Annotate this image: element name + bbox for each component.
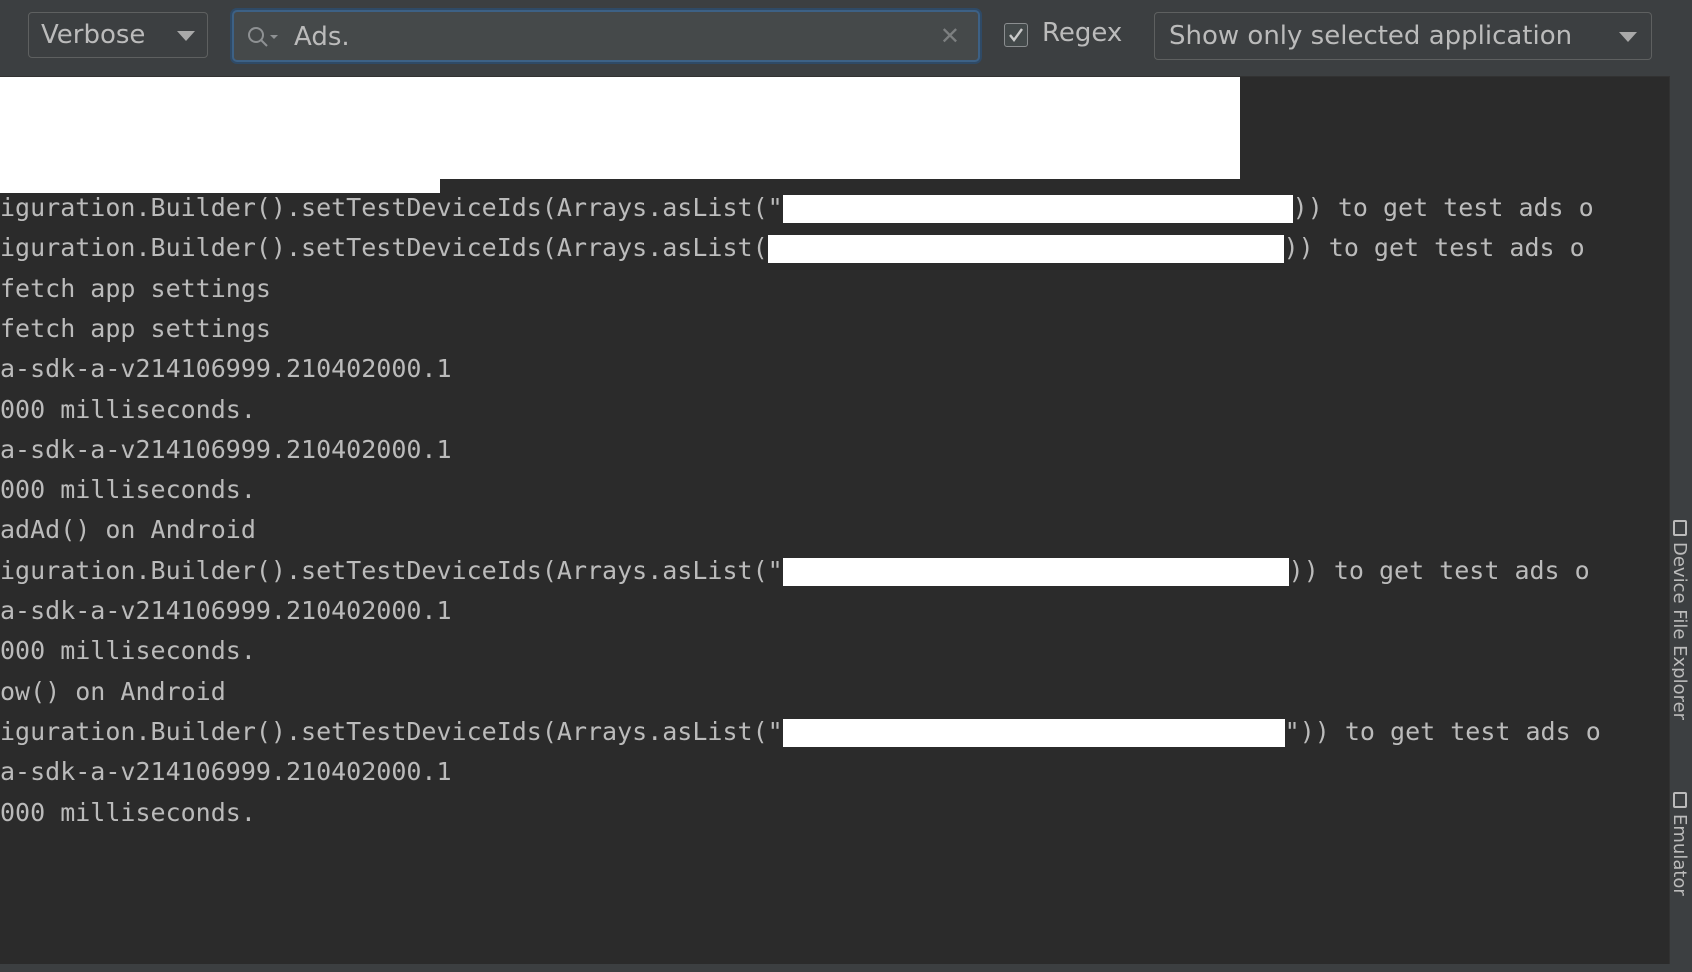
log-level-value: Verbose [41, 20, 146, 50]
log-line-text: 000 milliseconds. [0, 475, 256, 505]
emulator-tab[interactable]: Emulator [1672, 814, 1690, 934]
app-filter-dropdown[interactable]: Show only selected application [1154, 12, 1652, 60]
log-line-text: ow() on Android [0, 676, 226, 706]
log-line-text: iguration.Builder().setTestDeviceIds(Arr… [0, 716, 783, 746]
log-line-text: 000 milliseconds. [0, 636, 256, 666]
search-input-value: Ads. [294, 22, 350, 52]
log-line: iguration.Builder().setTestDeviceIds(Arr… [0, 715, 1601, 749]
redaction-block [782, 195, 1293, 223]
log-line: iguration.Builder().setTestDeviceIds(Arr… [0, 231, 1585, 265]
app-filter-value: Show only selected application [1169, 21, 1573, 51]
log-line: iguration.Builder().setTestDeviceIds(Arr… [0, 554, 1590, 588]
log-line-text: a-sdk-a-v214106999.210402000.1 [0, 434, 452, 464]
chevron-down-icon [177, 31, 195, 41]
checkmark-icon [1009, 28, 1023, 42]
search-input[interactable]: Ads. ✕ [232, 10, 980, 62]
bottom-scrollbar-track[interactable] [0, 964, 1670, 972]
log-line-text: iguration.Builder().setTestDeviceIds(Arr… [0, 193, 783, 222]
log-line-suffix: ")) to get test ads o [1284, 716, 1601, 746]
emulator-icon [1673, 792, 1687, 808]
log-line-suffix: )) to get test ads o [1283, 233, 1585, 263]
log-line: adAd() on Android [0, 513, 256, 547]
redaction-block [782, 718, 1285, 747]
log-line-text: a-sdk-a-v214106999.210402000.1 [0, 596, 452, 625]
log-line-text: 000 milliseconds. [0, 394, 256, 424]
log-line: a-sdk-a-v214106999.210402000.1 [0, 594, 452, 628]
log-line-text: adAd() on Android [0, 515, 256, 545]
tool-window-strip: Device File Explorer Emulator [1669, 76, 1692, 972]
log-line: a-sdk-a-v214106999.210402000.1 [0, 755, 452, 789]
log-line-suffix: )) to get test ads o [1292, 193, 1594, 222]
search-icon [248, 27, 278, 47]
log-line: ow() on Android [0, 675, 226, 709]
regex-checkbox[interactable] [1004, 23, 1028, 47]
chevron-down-icon [1619, 32, 1637, 42]
redaction-block [0, 77, 1240, 179]
log-line: a-sdk-a-v214106999.210402000.1 [0, 352, 452, 386]
log-line: iguration.Builder().setTestDeviceIds(Arr… [0, 191, 1594, 225]
log-line-suffix: )) to get test ads o [1288, 555, 1590, 585]
log-line: 000 milliseconds. [0, 796, 256, 830]
log-line: 000 milliseconds. [0, 473, 256, 507]
log-line: 000 milliseconds. [0, 393, 256, 427]
redaction-block [782, 557, 1289, 586]
log-line-text: a-sdk-a-v214106999.210402000.1 [0, 354, 452, 384]
redaction-block [767, 235, 1284, 264]
log-line-text: iguration.Builder().setTestDeviceIds(Arr… [0, 233, 768, 263]
log-output[interactable]: iguration.Builder().setTestDeviceIds(Arr… [0, 77, 1670, 967]
logcat-toolbar: Verbose Ads. ✕ Regex Show only selected … [0, 0, 1692, 77]
log-line-text: iguration.Builder().setTestDeviceIds(Arr… [0, 555, 783, 585]
log-line: fetch app settings [0, 312, 271, 346]
log-line-text: a-sdk-a-v214106999.210402000.1 [0, 757, 452, 787]
log-line-text: fetch app settings [0, 273, 271, 303]
device-file-explorer-tab[interactable]: Device File Explorer [1672, 542, 1690, 742]
log-line-text: fetch app settings [0, 313, 271, 343]
log-line: 000 milliseconds. [0, 634, 256, 668]
close-icon[interactable]: ✕ [940, 24, 960, 48]
log-line: a-sdk-a-v214106999.210402000.1 [0, 433, 452, 467]
file-icon [1673, 520, 1687, 536]
regex-label: Regex [1042, 18, 1123, 48]
log-level-dropdown[interactable]: Verbose [28, 12, 208, 58]
log-line: fetch app settings [0, 272, 271, 306]
log-line-text: 000 milliseconds. [0, 797, 256, 827]
